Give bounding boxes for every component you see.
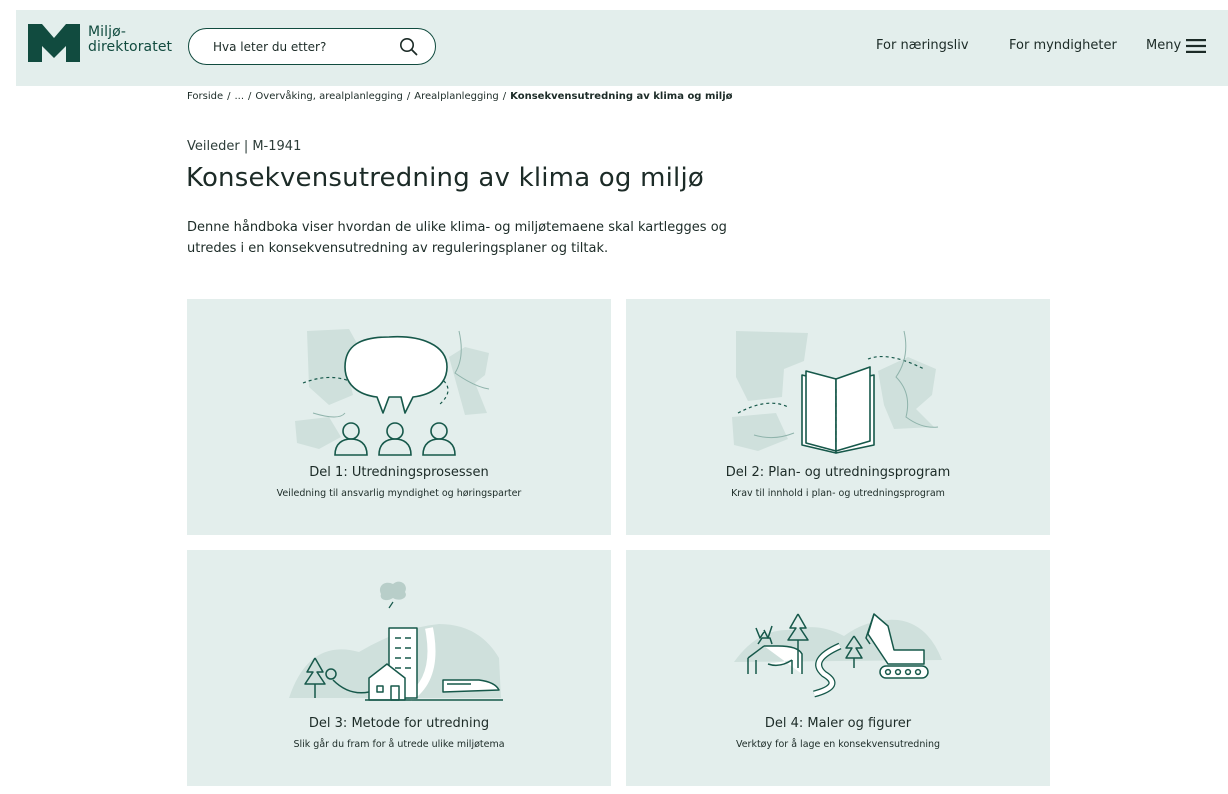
hamburger-menu-icon: [1186, 38, 1207, 53]
breadcrumb-item-forside[interactable]: Forside: [187, 91, 223, 102]
logo-line-2: direktoratet: [88, 39, 173, 55]
search-icon[interactable]: [399, 37, 418, 56]
card-title: Del 3: Metode for utredning: [308, 716, 490, 731]
breadcrumb-current: Konsekvensutredning av klima og miljø: [510, 91, 733, 102]
logo-link[interactable]: Miljø- direktoratet: [28, 24, 172, 62]
nav-for-naeringsliv[interactable]: For næringsliv: [876, 38, 969, 53]
breadcrumb-item-overvaking[interactable]: Overvåking, arealplanlegging: [255, 91, 402, 102]
breadcrumb-separator: /: [227, 91, 231, 102]
card-del-3[interactable]: Del 3: Metode for utredning Slik går du …: [187, 550, 611, 786]
card-title: Del 4: Maler og figurer: [764, 716, 912, 731]
card-description: Slik går du fram for å utrede ulike milj…: [293, 739, 505, 750]
page-title: Konsekvensutredning av klima og miljø: [186, 163, 704, 193]
menu-button[interactable]: Meny: [1146, 38, 1207, 53]
card-description: Verktøy for å lage en konsekvensutrednin…: [735, 739, 941, 750]
breadcrumb-item-ellipsis[interactable]: ...: [235, 91, 245, 102]
nav-for-myndigheter[interactable]: For myndigheter: [1009, 38, 1117, 53]
card-del-1[interactable]: Del 1: Utredningsprosessen Veiledning ti…: [187, 299, 611, 535]
card-description: Krav til innhold i plan- og utredningspr…: [731, 488, 945, 499]
card-title: Del 1: Utredningsprosessen: [309, 465, 489, 480]
speech-bubble-people-icon: [295, 329, 490, 456]
card-del-4[interactable]: Del 4: Maler og figurer Verktøy for å la…: [626, 550, 1050, 786]
card-description: Veiledning til ansvarlig myndighet og hø…: [276, 488, 522, 499]
search-input[interactable]: [213, 39, 373, 54]
breadcrumb-separator: /: [502, 91, 507, 102]
deer-excavator-landscape-icon: [734, 613, 942, 698]
document-type: Veileder | M-1941: [187, 139, 302, 154]
miljodirektoratet-logo-icon: [28, 24, 80, 62]
breadcrumb: Forside /... / Overvåking, arealplanlegging…: [187, 91, 733, 102]
site-header: Miljø- direktoratet For næringsliv For m…: [16, 10, 1228, 86]
card-title: Del 2: Plan- og utredningsprogram: [725, 465, 951, 480]
search-box[interactable]: [188, 28, 436, 65]
breadcrumb-item-arealplanlegging[interactable]: Arealplanlegging: [414, 91, 498, 102]
breadcrumb-separator: /: [248, 91, 252, 102]
page-intro: Denne håndboka viser hvordan de ulike kl…: [187, 220, 727, 256]
town-train-landscape-icon: [289, 581, 503, 702]
breadcrumb-separator: /: [406, 91, 411, 102]
menu-label: Meny: [1146, 38, 1182, 53]
card-del-2[interactable]: Del 2: Plan- og utredningsprogram Krav t…: [626, 299, 1050, 535]
logo-text: Miljø- direktoratet: [88, 25, 172, 55]
open-book-map-icon: [732, 330, 939, 454]
logo-line-1: Miljø-: [88, 24, 126, 40]
